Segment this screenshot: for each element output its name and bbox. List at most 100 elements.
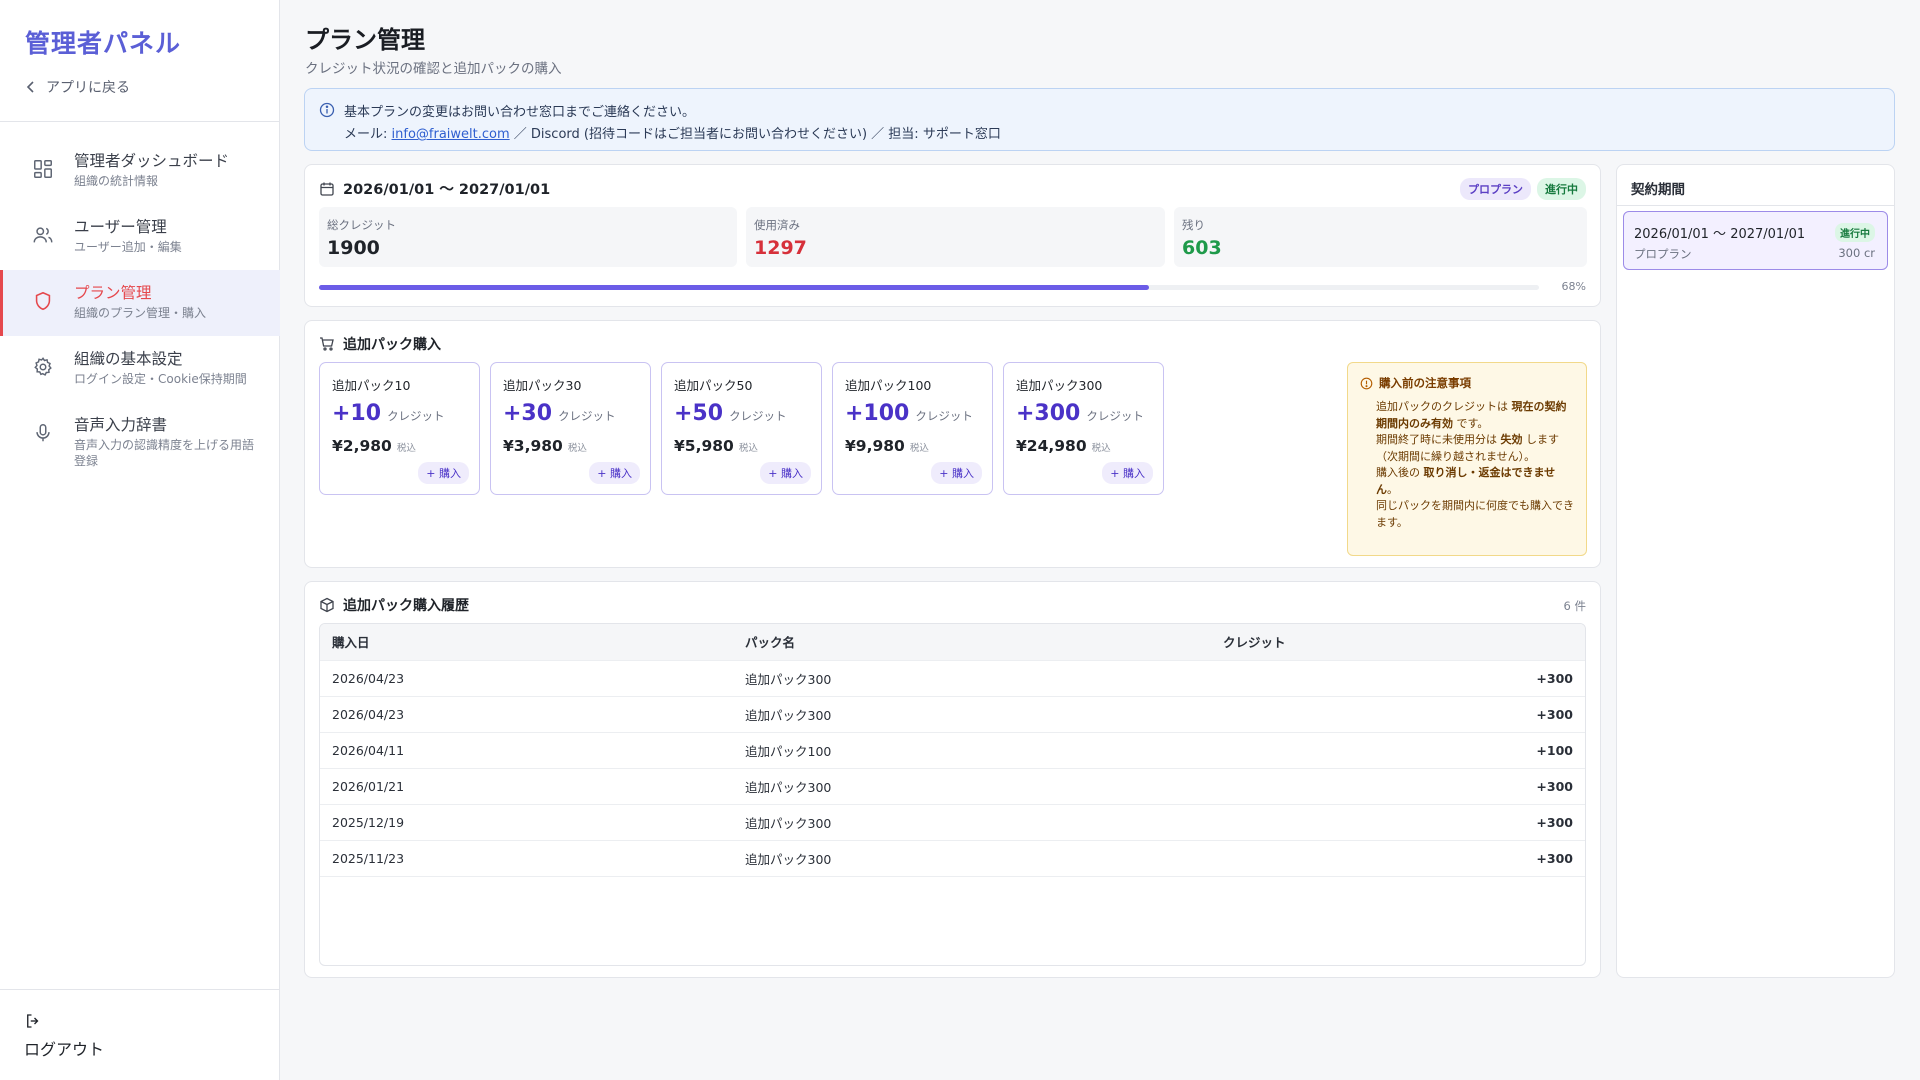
pack-card: 追加パック50 +50 クレジット ¥5,980 税込 + 購入 — [661, 362, 822, 495]
contact-details: ／ Discord (招待コードはご担当者にお問い合わせください) ／ 担当: … — [509, 127, 1001, 142]
row-pack: 追加パック300 — [745, 815, 832, 831]
notice-text: 追加パックのクレジットは — [1376, 400, 1512, 413]
sidebar-item-subtitle: ユーザー追加・編集 — [74, 240, 182, 254]
period-label: 2026/01/01 〜 2027/01/01 — [343, 182, 551, 198]
users-icon — [33, 227, 53, 243]
pack-card: 追加パック30 +30 クレジット ¥3,980 税込 + 購入 — [490, 362, 651, 495]
pack-card: 追加パック300 +300 クレジット ¥24,980 税込 + 購入 — [1003, 362, 1164, 495]
pack-name: 追加パック100 — [845, 378, 932, 393]
row-pack: 追加パック300 — [745, 851, 832, 867]
notice-text: 期間終了時に未使用分は — [1376, 433, 1501, 446]
back-to-app-link[interactable]: アプリに戻る — [26, 77, 130, 97]
buy-button[interactable]: + 購入 — [1102, 462, 1153, 484]
microphone-icon — [36, 424, 50, 442]
sidebar-item-subtitle: 組織の統計情報 — [74, 174, 159, 188]
row-credit: +100 — [1536, 742, 1573, 758]
info-text: 基本プランの変更はお問い合わせ窓口までご連絡ください。 — [344, 105, 696, 120]
status-badge: 進行中 — [1835, 223, 1875, 242]
pack-credit-unit: クレジット — [1086, 409, 1144, 423]
sidebar-bottom-divider — [0, 989, 280, 990]
table-row: 2025/11/23 追加パック300 +300 — [320, 840, 1585, 876]
purchase-history-header: 追加パック購入履歴 — [319, 595, 469, 615]
credit-progress-percent: 68% — [1561, 280, 1586, 293]
buy-button[interactable]: + 購入 — [760, 462, 811, 484]
total-credit-value: 1900 — [327, 237, 380, 259]
sidebar-item-voice-dictionary[interactable]: 音声入力辞書 音声入力の認識精度を上げる用語登録 — [0, 402, 280, 468]
notice-text: です。 — [1453, 416, 1489, 430]
buy-button[interactable]: + 購入 — [931, 462, 982, 484]
buy-button[interactable]: + 購入 — [589, 462, 640, 484]
pack-credit-unit: クレジット — [729, 409, 787, 423]
pack-price: ¥24,980 — [1016, 437, 1087, 455]
sidebar-item-subtitle: 組織のプラン管理・購入 — [74, 306, 207, 320]
pack-credits: +50 — [674, 401, 724, 426]
gear-icon — [34, 357, 52, 376]
sidebar-item-title: 音声入力辞書 — [74, 416, 168, 434]
buy-button[interactable]: + 購入 — [418, 462, 469, 484]
info-banner: 基本プランの変更はお問い合わせ窓口までご連絡ください。 メール: info@fr… — [304, 88, 1895, 151]
pack-card: 追加パック100 +100 クレジット ¥9,980 税込 + 購入 — [832, 362, 993, 495]
pack-name: 追加パック300 — [1016, 378, 1103, 393]
contract-divider — [1617, 205, 1894, 206]
purchase-history-title: 追加パック購入履歴 — [343, 598, 469, 614]
status-badge: 進行中 — [1537, 178, 1586, 200]
history-table: 購入日 パック名 クレジット 2026/04/23 追加パック300 +300 … — [319, 623, 1586, 966]
contract-period-dates: 2026/01/01 〜 2027/01/01 — [1634, 227, 1806, 242]
credit-summary-card: 2026/01/01 〜 2027/01/01 プロプラン 進行中 総クレジット… — [304, 164, 1601, 307]
total-credit-label: 総クレジット — [327, 218, 396, 232]
row-date: 2026/04/23 — [332, 706, 405, 722]
tax-included-label: 税込 — [909, 443, 929, 454]
shield-icon — [35, 291, 51, 311]
logout-label: ログアウト — [24, 1040, 105, 1059]
logout-icon — [27, 1014, 39, 1028]
pack-purchase-header: 追加パック購入 — [319, 334, 441, 354]
logout-button[interactable]: ログアウト — [24, 1012, 104, 1060]
pack-price: ¥5,980 — [674, 437, 734, 455]
row-date: 2025/12/19 — [332, 814, 405, 830]
row-date: 2026/04/23 — [332, 670, 405, 686]
sidebar-divider — [0, 121, 280, 122]
table-row: 2025/12/19 追加パック300 +300 — [320, 804, 1585, 840]
row-credit: +300 — [1536, 706, 1573, 722]
sidebar-item-dashboard[interactable]: 管理者ダッシュボード 組織の統計情報 — [0, 138, 280, 204]
period-header: 2026/01/01 〜 2027/01/01 — [319, 178, 550, 199]
tax-included-label: 税込 — [396, 443, 416, 454]
contract-period-title: 契約期間 — [1631, 182, 1685, 198]
package-icon — [320, 597, 334, 613]
tax-included-label: 税込 — [738, 443, 758, 454]
used-credit-label: 使用済み — [754, 218, 800, 232]
sidebar-item-plan[interactable]: プラン管理 組織のプラン管理・購入 — [0, 270, 280, 336]
tax-included-label: 税込 — [567, 443, 587, 454]
contract-credits: 300 cr — [1838, 246, 1875, 260]
alert-icon — [1360, 377, 1373, 389]
table-row: 2026/04/23 追加パック300 +300 — [320, 696, 1585, 732]
support-email-link[interactable]: info@fraiwelt.com — [392, 127, 510, 142]
pack-name: 追加パック30 — [503, 378, 582, 393]
pack-name: 追加パック10 — [332, 378, 411, 393]
notice-item: 期間終了時に未使用分は 失効 します（次期間に繰り越されません）。 — [1376, 432, 1576, 465]
back-to-app-label: アプリに戻る — [46, 80, 130, 96]
contract-period-item[interactable]: 2026/01/01 〜 2027/01/01 進行中 プロプラン 300 cr — [1623, 211, 1888, 270]
sidebar-item-title: 組織の基本設定 — [74, 350, 183, 368]
calendar-icon — [320, 182, 334, 196]
sidebar-item-title: ユーザー管理 — [74, 218, 167, 236]
sidebar-item-org-settings[interactable]: 組織の基本設定 ログイン設定・Cookie保持期間 — [0, 336, 280, 402]
remaining-credit-stat: 残り 603 — [1174, 207, 1587, 267]
sidebar-item-subtitle: ログイン設定・Cookie保持期間 — [74, 372, 247, 386]
pack-price: ¥2,980 — [332, 437, 392, 455]
contract-period-panel: 契約期間 2026/01/01 〜 2027/01/01 進行中 プロプラン 3… — [1616, 164, 1895, 978]
pack-list: 追加パック10 +10 クレジット ¥2,980 税込 + 購入 追加パック30 +… — [319, 362, 1164, 495]
row-pack: 追加パック300 — [745, 779, 832, 795]
sidebar-item-users[interactable]: ユーザー管理 ユーザー追加・編集 — [0, 204, 280, 270]
row-credit: +300 — [1536, 778, 1573, 794]
cart-icon — [320, 337, 334, 351]
sidebar-item-subtitle: 音声入力の認識精度を上げる用語登録 — [74, 438, 255, 468]
pack-credits: +30 — [503, 401, 553, 426]
used-credit-stat: 使用済み 1297 — [746, 207, 1165, 267]
column-header-pack: パック名 — [745, 635, 796, 651]
pack-name: 追加パック50 — [674, 378, 753, 393]
pack-credit-unit: クレジット — [558, 409, 616, 423]
page-title: プラン管理 — [305, 26, 425, 54]
sidebar: 管理者パネル アプリに戻る 管理者ダッシュボード 組織の統計情報 ユーザー管理 … — [0, 0, 280, 1080]
credit-progress-fill — [319, 285, 1149, 290]
